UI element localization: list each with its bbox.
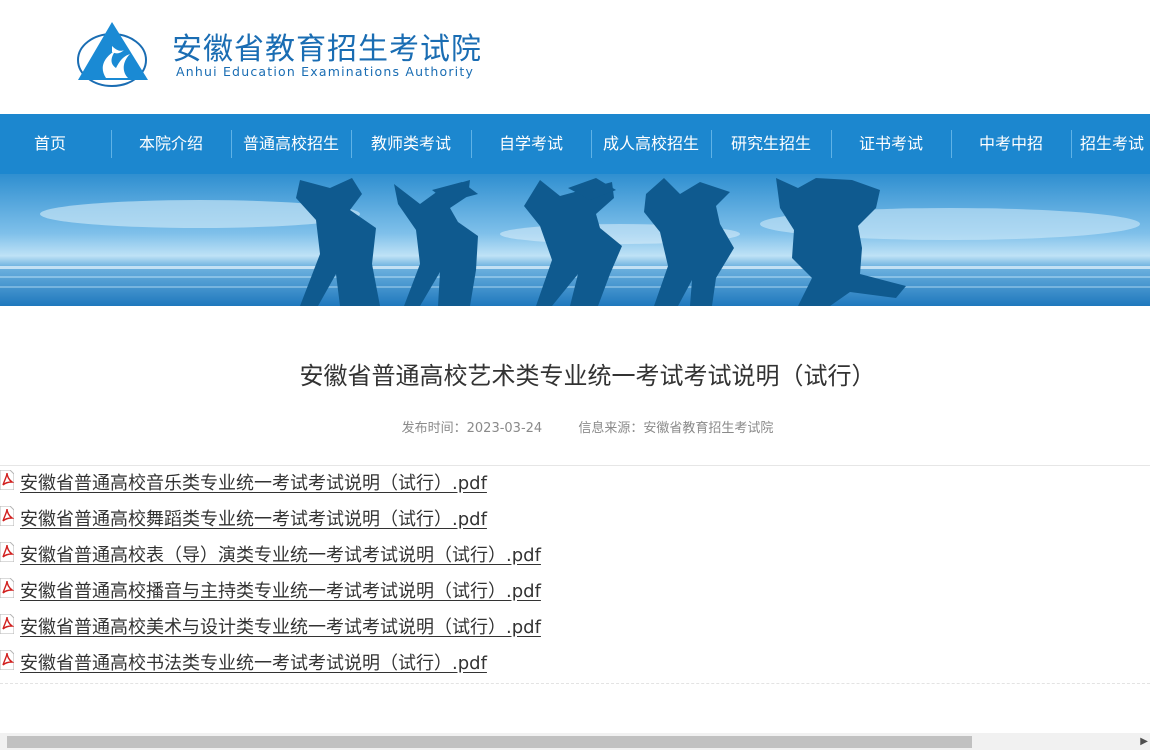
nav-item-graduate-admission[interactable]: 研究生招生 [711,114,831,174]
nav-item-middle-school[interactable]: 中考中招 [951,114,1071,174]
attachment-link-art-design[interactable]: 安徽省普通高校美术与设计类专业统一考试考试说明（试行）.pdf [20,610,541,646]
list-item: 安徽省普通高校表（导）演类专业统一考试考试说明（试行）.pdf [0,538,1150,574]
info-source: 信息来源：安徽省教育招生考试院 [578,421,774,436]
nav-item-adult-admission[interactable]: 成人高校招生 [591,114,711,174]
nav-item-exams[interactable]: 招生考试 [1080,114,1150,174]
graduates-silhouette-banner [0,174,1150,306]
pdf-icon [0,542,14,562]
content-divider-bottom [0,683,1150,684]
nav-item-certificate-exam[interactable]: 证书考试 [831,114,951,174]
list-item: 安徽省普通高校音乐类专业统一考试考试说明（试行）.pdf [0,466,1150,502]
attachment-link-calligraphy[interactable]: 安徽省普通高校书法类专业统一考试考试说明（试行）.pdf [20,646,487,682]
attachment-link-performance[interactable]: 安徽省普通高校表（导）演类专业统一考试考试说明（试行）.pdf [20,538,541,574]
page: 安徽省教育招生考试院 Anhui Education Examinations … [0,0,1150,750]
nav-item-self-study-exam[interactable]: 自学考试 [471,114,591,174]
pdf-icon [0,578,14,598]
article-title: 安徽省普通高校艺术类专业统一考试考试说明（试行） [299,362,876,390]
list-item: 安徽省普通高校美术与设计类专业统一考试考试说明（试行）.pdf [0,610,1150,646]
scrollbar-thumb[interactable] [7,736,972,748]
site-name-cn[interactable]: 安徽省教育招生考试院 [172,24,482,68]
main-nav: 首页 本院介绍 普通高校招生 教师类考试 自学考试 成人高校招生 研究生招生 证… [0,114,1150,174]
attachment-link-broadcasting[interactable]: 安徽省普通高校播音与主持类专业统一考试考试说明（试行）.pdf [20,574,541,610]
list-item: 安徽省普通高校播音与主持类专业统一考试考试说明（试行）.pdf [0,574,1150,610]
scroll-right-arrow-icon[interactable]: ▶ [1140,734,1148,749]
nav-item-about[interactable]: 本院介绍 [111,114,231,174]
site-header: 安徽省教育招生考试院 Anhui Education Examinations … [0,0,1150,114]
attachment-link-music[interactable]: 安徽省普通高校音乐类专业统一考试考试说明（试行）.pdf [20,466,487,502]
nav-item-college-admission[interactable]: 普通高校招生 [231,114,351,174]
attachment-list: 安徽省普通高校音乐类专业统一考试考试说明（试行）.pdf 安徽省普通高校舞蹈类专… [0,466,1150,682]
nav-separator [1071,130,1072,158]
pdf-icon [0,650,14,670]
list-item: 安徽省普通高校舞蹈类专业统一考试考试说明（试行）.pdf [0,502,1150,538]
pdf-icon [0,506,14,526]
flame-triangle-logo-icon[interactable] [76,20,150,88]
attachment-link-dance[interactable]: 安徽省普通高校舞蹈类专业统一考试考试说明（试行）.pdf [20,502,487,538]
nav-item-teacher-exam[interactable]: 教师类考试 [351,114,471,174]
horizontal-scrollbar[interactable]: ▶ [0,733,1150,750]
pdf-icon [0,470,14,490]
list-item: 安徽省普通高校书法类专业统一考试考试说明（试行）.pdf [0,646,1150,682]
publish-time: 发布时间：2023-03-24 [401,421,543,436]
nav-item-home[interactable]: 首页 [0,114,110,174]
site-name-en: Anhui Education Examinations Authority [176,64,475,79]
article-meta: 发布时间：2023-03-24 信息来源：安徽省教育招生考试院 [0,417,1150,436]
pdf-icon [0,614,14,634]
